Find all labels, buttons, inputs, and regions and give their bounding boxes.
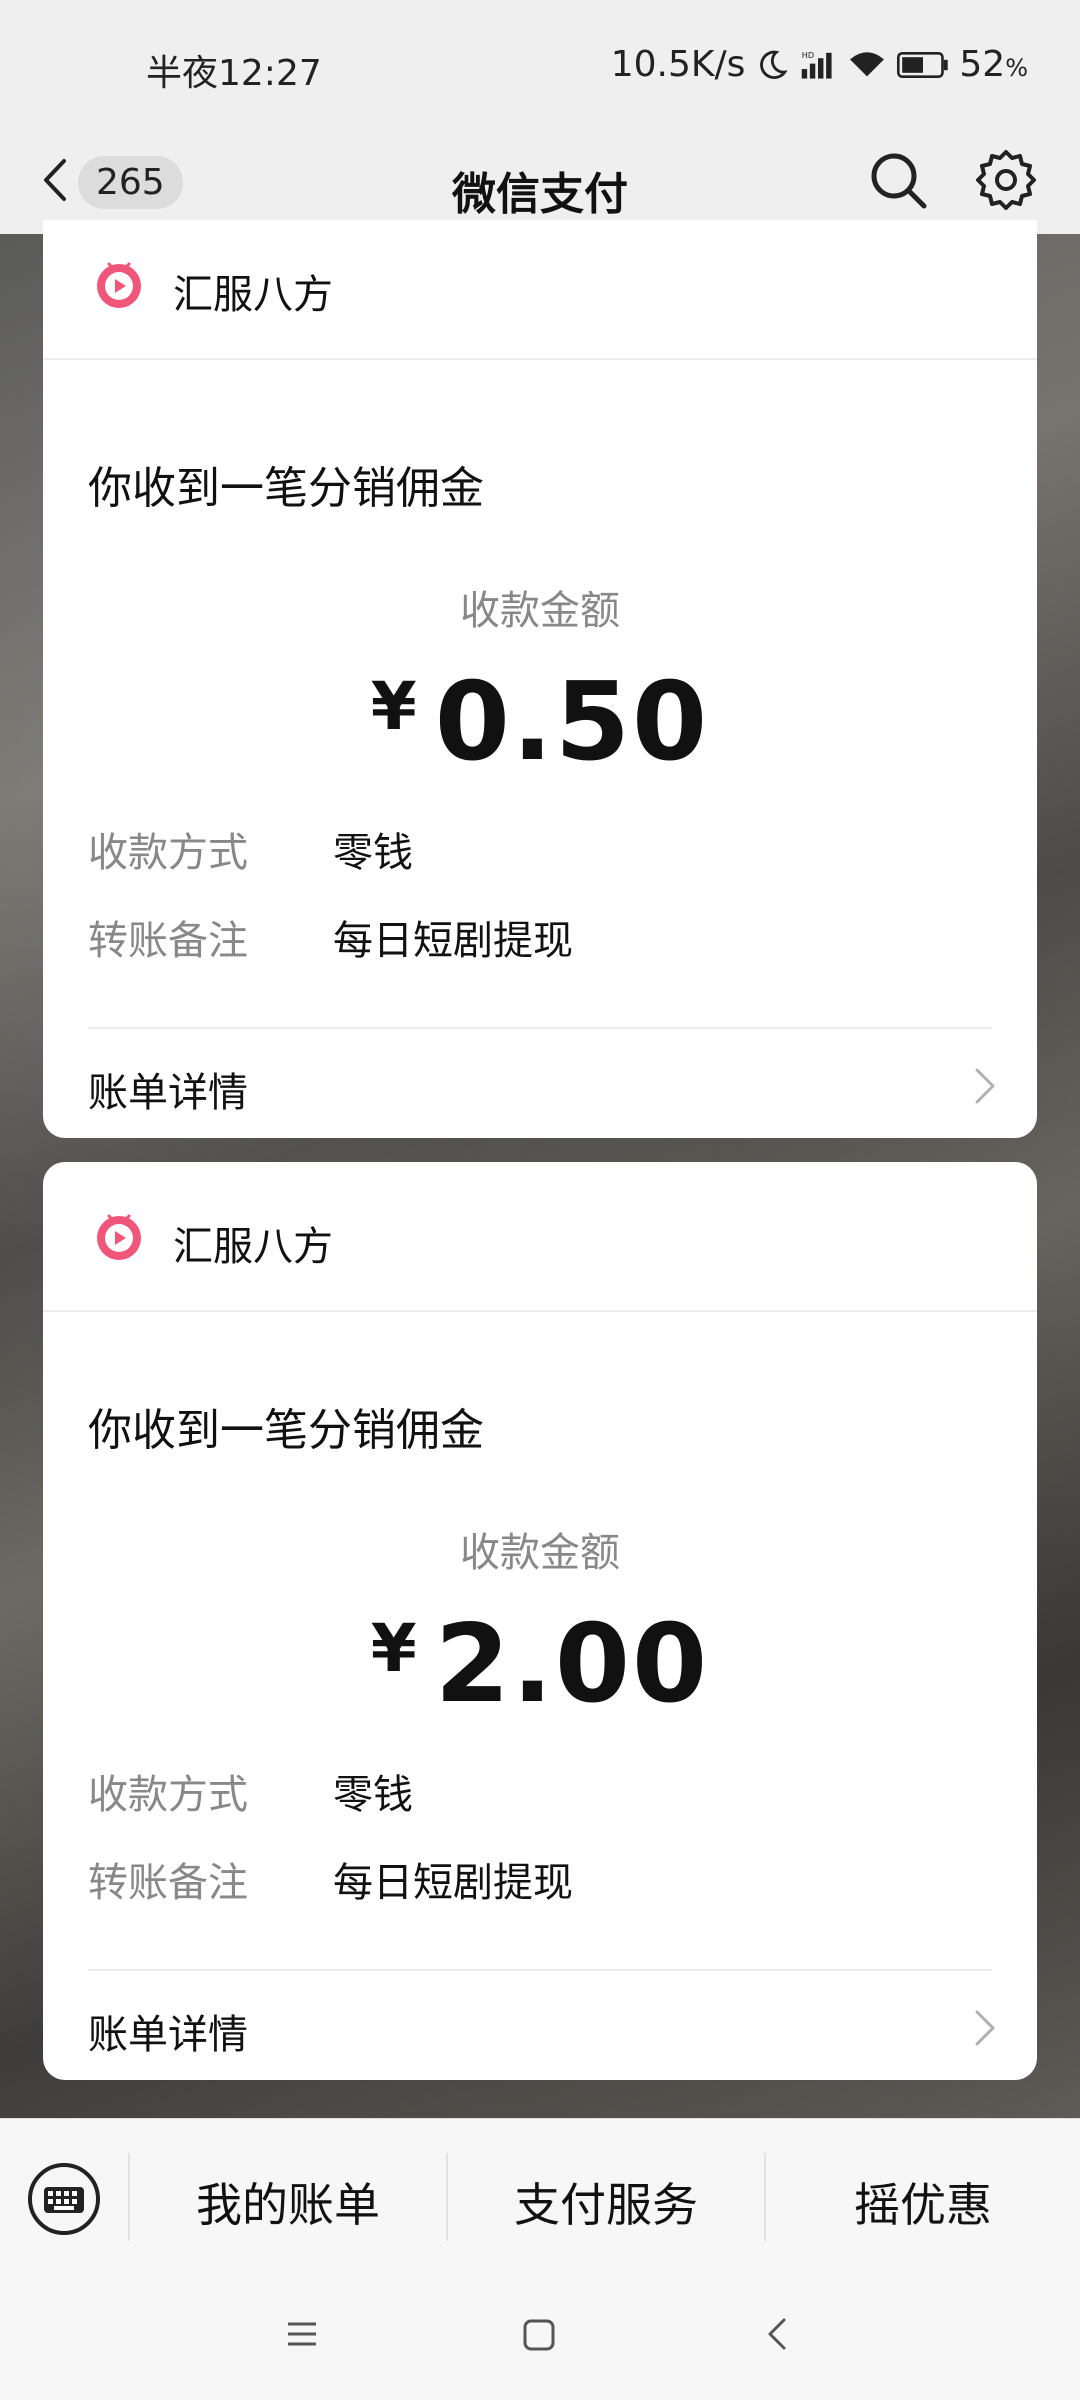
row-value: 每日短剧提现 <box>333 1860 573 1906</box>
network-speed: 10.5K/s <box>610 44 746 85</box>
menu-icon[interactable] <box>284 2316 320 2352</box>
menu-item-my-bills[interactable]: 我的账单 <box>130 2169 446 2235</box>
chevron-right-icon <box>973 1066 997 1106</box>
battery-level: 52% <box>959 44 1028 85</box>
merchant-name: 汇服八方 <box>173 1224 333 1270</box>
amount-value: ¥2.00 <box>43 1602 1037 1727</box>
payment-method-row: 收款方式 零钱 <box>88 1762 413 1820</box>
row-value: 每日短剧提现 <box>333 918 573 964</box>
row-key: 收款方式 <box>88 1772 248 1818</box>
row-value: 零钱 <box>333 1772 413 1818</box>
wifi-icon <box>847 48 887 82</box>
keyboard-icon[interactable] <box>26 2161 102 2237</box>
payment-method-row: 收款方式 零钱 <box>88 820 413 878</box>
transfer-note-row: 转账备注 每日短剧提现 <box>88 1850 573 1908</box>
amount-number: 0.50 <box>434 660 710 785</box>
bill-detail-link[interactable]: 账单详情 <box>43 1972 1037 2080</box>
currency-symbol: ¥ <box>370 668 417 745</box>
menu-item-shake-offers[interactable]: 摇优惠 <box>766 2169 1080 2235</box>
card-header: 汇服八方 <box>43 1162 1037 1312</box>
battery-icon <box>897 50 949 80</box>
merchant-name: 汇服八方 <box>173 272 333 318</box>
bill-detail-label: 账单详情 <box>88 1070 248 1116</box>
notification-title: 你收到一笔分销佣金 <box>88 1405 484 1456</box>
gear-icon[interactable] <box>972 146 1040 214</box>
status-time: 半夜12:27 <box>146 53 322 94</box>
menu-item-payment-services[interactable]: 支付服务 <box>448 2169 764 2235</box>
bottom-menu: 我的账单 支付服务 摇优惠 <box>0 2118 1080 2276</box>
divider <box>88 1027 992 1029</box>
currency-symbol: ¥ <box>370 1610 417 1687</box>
card-header: 汇服八方 <box>43 220 1037 360</box>
notification-title: 你收到一笔分销佣金 <box>88 463 484 514</box>
play-icon <box>93 1210 145 1262</box>
svg-text:HD: HD <box>802 50 814 60</box>
amount-value: ¥0.50 <box>43 660 1037 785</box>
moon-icon <box>755 48 789 82</box>
row-key: 转账备注 <box>88 1860 248 1906</box>
status-indicators: 10.5K/s HD 52% <box>611 44 1028 85</box>
system-nav-bar <box>0 2276 1080 2400</box>
amount-number: 2.00 <box>434 1602 710 1727</box>
transfer-note-row: 转账备注 每日短剧提现 <box>88 908 573 966</box>
divider <box>88 1969 992 1971</box>
row-key: 转账备注 <box>88 918 248 964</box>
row-key: 收款方式 <box>88 830 248 876</box>
bill-detail-link[interactable]: 账单详情 <box>43 1030 1037 1138</box>
amount-label: 收款金额 <box>460 1530 620 1576</box>
search-icon[interactable] <box>866 148 930 212</box>
payment-notification-card[interactable]: 汇服八方 你收到一笔分销佣金 收款金额 ¥0.50 收款方式 零钱 转账备注 每日短… <box>43 220 1037 1138</box>
amount-label: 收款金额 <box>460 588 620 634</box>
row-value: 零钱 <box>333 830 413 876</box>
back-arrow-icon[interactable] <box>764 2314 790 2354</box>
home-icon[interactable] <box>520 2316 558 2354</box>
bill-detail-label: 账单详情 <box>88 2012 248 2058</box>
play-icon <box>93 258 145 310</box>
top-bar: 265 微信支付 <box>0 130 1080 234</box>
chevron-right-icon <box>973 2008 997 2048</box>
payment-notification-card[interactable]: 汇服八方 你收到一笔分销佣金 收款金额 ¥2.00 收款方式 零钱 转账备注 每日短… <box>43 1162 1037 2080</box>
status-bar: 半夜12:27 10.5K/s HD 52% <box>0 0 1080 130</box>
signal-icon: HD <box>799 48 837 82</box>
